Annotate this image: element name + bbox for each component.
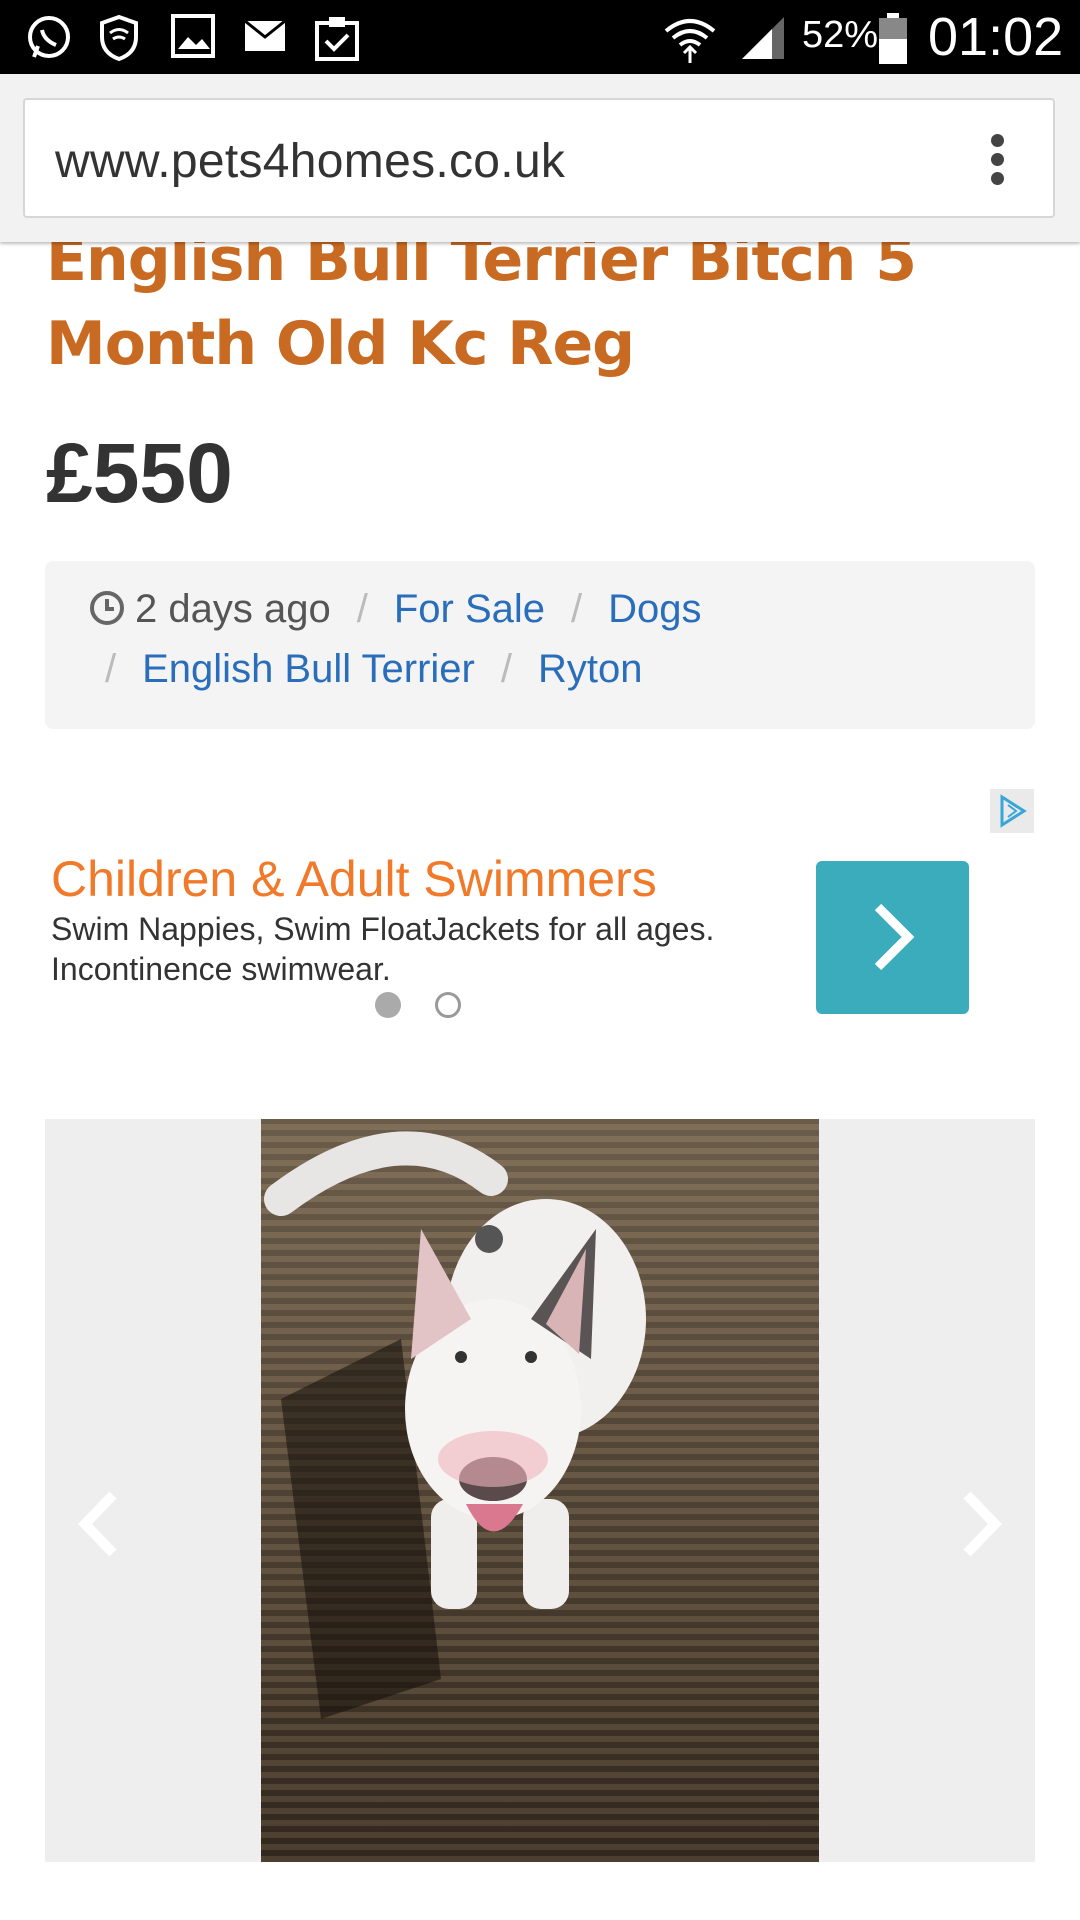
clock-icon — [90, 591, 124, 625]
clipboard-check-icon — [315, 17, 359, 61]
listing-price: £550 — [46, 426, 233, 520]
breadcrumb-breed[interactable]: English Bull Terrier — [142, 647, 475, 691]
battery-icon — [879, 13, 907, 64]
breadcrumb-for-sale[interactable]: For Sale — [394, 587, 545, 631]
clock-time: 01:02 — [928, 7, 1064, 67]
chevron-right-icon — [874, 903, 915, 971]
chevron-right-icon[interactable] — [955, 1489, 1005, 1559]
listing-title: English Bull Terrier Bitch 5 Month Old K… — [46, 225, 917, 379]
photo-gallery — [45, 1119, 1035, 1862]
ad-page-dot-active[interactable] — [375, 992, 401, 1018]
battery-percent: 52% — [802, 14, 879, 56]
shield-wifi-icon — [100, 14, 138, 62]
listing-photo[interactable] — [261, 1119, 819, 1862]
ad-open-button[interactable] — [816, 861, 969, 1014]
status-bar: 52% 01:02 — [0, 0, 1080, 74]
breadcrumb-location[interactable]: Ryton — [538, 647, 643, 691]
wifi-icon — [664, 19, 716, 63]
breadcrumb-separator: / — [105, 647, 117, 691]
ad-page-dot[interactable] — [435, 992, 461, 1018]
adchoices-icon[interactable] — [990, 789, 1034, 833]
ad-description[interactable]: Swim Nappies, Swim FloatJackets for all … — [51, 909, 811, 989]
posted-time: 2 days ago — [135, 587, 331, 631]
more-vert-icon[interactable] — [991, 134, 1005, 186]
signal-icon — [742, 17, 784, 59]
chevron-left-icon[interactable] — [75, 1489, 125, 1559]
ad-title[interactable]: Children & Adult Swimmers — [51, 850, 657, 908]
image-icon — [171, 14, 215, 58]
whatsapp-icon — [28, 16, 70, 58]
browser-toolbar: www.pets4homes.co.uk — [0, 74, 1080, 242]
address-bar[interactable]: www.pets4homes.co.uk — [23, 98, 1055, 218]
breadcrumb-dogs[interactable]: Dogs — [608, 587, 701, 631]
url-text[interactable]: www.pets4homes.co.uk — [55, 134, 565, 189]
breadcrumb-separator: / — [356, 587, 368, 631]
breadcrumb-separator: / — [571, 587, 583, 631]
breadcrumb-separator: / — [500, 647, 512, 691]
mail-icon — [244, 19, 286, 51]
listing-meta: 2 days ago / For Sale / Dogs / English Bull T… — [45, 561, 1035, 729]
